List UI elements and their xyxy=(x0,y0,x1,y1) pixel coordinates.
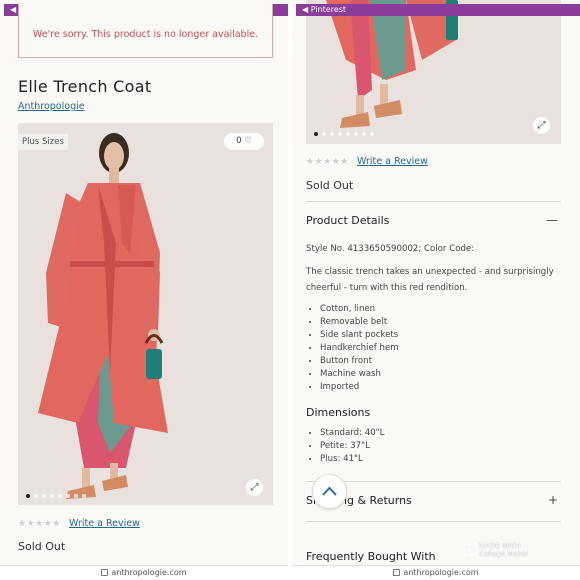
frequently-bought-heading: Frequently Bought With xyxy=(306,550,436,563)
carousel-dot[interactable] xyxy=(34,494,38,498)
divider xyxy=(306,521,561,522)
stock-status: Sold Out xyxy=(18,540,66,553)
product-title: Elle Trench Coat xyxy=(18,77,152,96)
list-item: Button front xyxy=(320,355,399,368)
list-item: Standard: 40"L xyxy=(320,427,384,440)
carousel-dot[interactable] xyxy=(370,132,374,136)
expand-icon[interactable]: ⤢ xyxy=(246,479,263,496)
brand-link[interactable]: Anthropologie xyxy=(18,101,85,112)
carousel-dot[interactable] xyxy=(66,494,70,498)
watermark-line1: MADE WITH xyxy=(479,542,521,550)
model-photo xyxy=(18,123,273,505)
chevron-up-icon xyxy=(322,486,337,496)
carousel-dot[interactable] xyxy=(362,132,366,136)
rating-stars: ★★★★★ xyxy=(306,157,349,167)
list-item: Handkerchief hem xyxy=(320,342,399,355)
carousel-dot[interactable] xyxy=(330,132,334,136)
url-text: anthropologie.com xyxy=(111,568,187,577)
carousel-dots xyxy=(314,132,374,136)
url-bar[interactable]: anthropologie.com xyxy=(292,565,580,580)
divider xyxy=(306,201,561,202)
lock-icon xyxy=(101,569,109,576)
product-image[interactable] xyxy=(306,0,561,144)
scroll-to-top-button[interactable] xyxy=(312,474,347,509)
expand-icon[interactable]: ⤢ xyxy=(533,117,550,134)
product-image[interactable] xyxy=(18,123,273,505)
carousel-dot[interactable] xyxy=(74,494,78,498)
stock-status: Sold Out xyxy=(306,179,354,192)
carousel-dot[interactable] xyxy=(314,132,318,136)
write-review-link[interactable]: Write a Review xyxy=(357,156,428,167)
carousel-dots xyxy=(26,494,86,498)
collage-logo-icon xyxy=(464,544,476,556)
carousel-dot[interactable] xyxy=(58,494,62,498)
write-review-link[interactable]: Write a Review xyxy=(69,518,140,529)
carousel-dot[interactable] xyxy=(50,494,54,498)
list-item: Plus: 41"L xyxy=(320,453,384,466)
carousel-dot[interactable] xyxy=(346,132,350,136)
watermark-line2: Collage Maker xyxy=(479,550,529,558)
expand-plus-icon[interactable]: + xyxy=(548,493,558,507)
collage-maker-watermark: MADE WITH Collage Maker xyxy=(464,542,529,558)
product-details-heading[interactable]: Product Details xyxy=(306,214,389,227)
url-bar[interactable]: anthropologie.com xyxy=(0,565,288,580)
carousel-dot[interactable] xyxy=(82,494,86,498)
dimensions-heading: Dimensions xyxy=(306,406,371,419)
carousel-dot[interactable] xyxy=(338,132,342,136)
url-text: anthropologie.com xyxy=(403,568,479,577)
lock-icon xyxy=(393,569,401,576)
list-item: Side slant pockets xyxy=(320,329,399,342)
list-item: Removable belt xyxy=(320,316,399,329)
style-number: Style No. 4133650590002; Color Code: xyxy=(306,244,475,254)
list-item: Machine wash xyxy=(320,368,399,381)
pinterest-back-bar[interactable]: ◀ Pinterest xyxy=(296,4,580,16)
carousel-dot[interactable] xyxy=(42,494,46,498)
list-item: Imported xyxy=(320,381,399,394)
feature-list: Cotton, linen Removable belt Side slant … xyxy=(306,303,399,394)
carousel-dot[interactable] xyxy=(322,132,326,136)
product-description: The classic trench takes an unexpected -… xyxy=(306,267,554,293)
dimensions-list: Standard: 40"L Petite: 37"L Plus: 41"L xyxy=(306,427,384,466)
carousel-dot[interactable] xyxy=(26,494,30,498)
plus-sizes-badge: Plus Sizes xyxy=(18,134,68,150)
unavailable-alert: We're sorry. This product is no longer a… xyxy=(18,4,273,58)
carousel-dot[interactable] xyxy=(354,132,358,136)
left-screenshot: ◀ Pinterest We're sorry. This product is… xyxy=(0,0,288,580)
rating-stars: ★★★★★ xyxy=(18,519,61,529)
favorite-button[interactable]: 0 ♡ xyxy=(224,133,264,150)
collapse-icon[interactable]: — xyxy=(546,213,558,227)
list-item: Cotton, linen xyxy=(320,303,399,316)
list-item: Petite: 37"L xyxy=(320,440,384,453)
model-photo-lower xyxy=(306,0,561,144)
